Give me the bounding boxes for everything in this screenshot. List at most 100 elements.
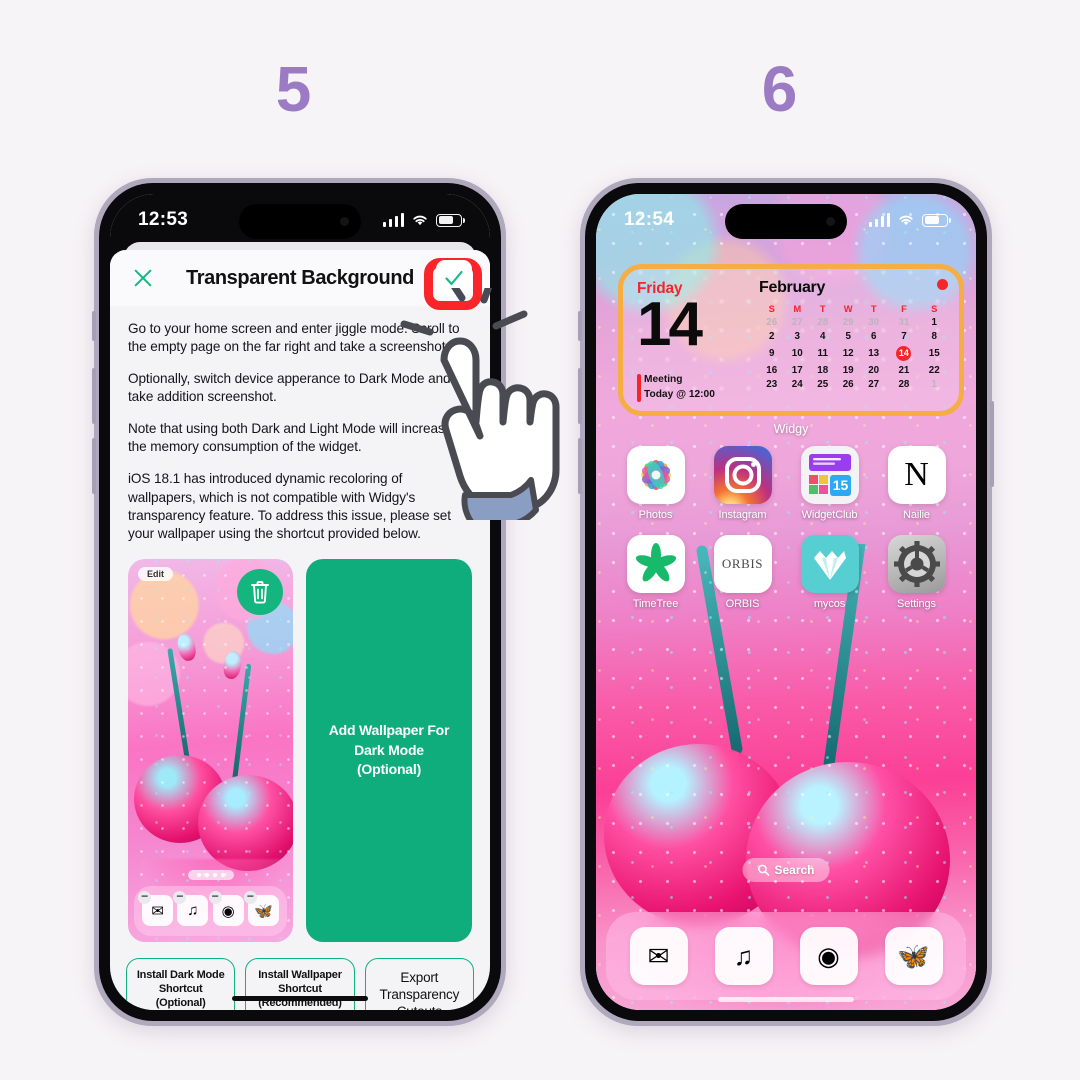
trash-icon[interactable] — [237, 564, 286, 615]
edit-badge[interactable]: Edit — [138, 566, 173, 581]
widget-month: February — [759, 279, 826, 296]
mail-icon[interactable]: ✉ — [629, 927, 688, 985]
app-label: WidgetClub — [801, 509, 858, 521]
add-wallpaper-line-3: (Optional) — [356, 760, 422, 777]
calendar-weekday-header: F — [901, 302, 907, 314]
calendar-day-cell: 4 — [819, 331, 826, 343]
app-orbis[interactable]: ORBIS ORBIS — [699, 535, 786, 610]
search-label: Search — [774, 863, 815, 877]
butterfly-icon[interactable]: 🦋 — [884, 927, 943, 985]
search-icon — [758, 864, 770, 876]
power-button[interactable] — [990, 401, 994, 487]
btn3-line3: Cutouts — [370, 1003, 469, 1010]
calendar-day-cell: 18 — [817, 364, 829, 376]
battery-icon — [922, 213, 952, 227]
calendar-day-cell: 9 — [769, 347, 775, 359]
butterfly-icon: − 🦋 — [243, 890, 279, 927]
calendar-day-cell: 19 — [842, 364, 854, 376]
status-time: 12:53 — [138, 209, 189, 230]
phone-mockup-step-5: 12:53 Transparent Background Go to your … — [92, 178, 508, 1026]
volume-up-button[interactable] — [92, 368, 96, 424]
glitter-overlay — [128, 558, 294, 942]
widget-event: Meeting Today @ 12:00 — [637, 373, 715, 403]
app-widgetclub[interactable]: 15 WidgetClub — [786, 446, 873, 521]
calendar-day-cell: 5 — [845, 331, 851, 343]
checkmark-icon — [445, 270, 463, 286]
calendar-day-cell: 14 — [886, 344, 921, 363]
phone-screen-step-6: 12:54 Friday 14 Meeting Today @ 12:00 Fe… — [596, 194, 976, 1010]
calendar-day-cell: 12 — [842, 347, 854, 359]
instagram-icon — [713, 446, 772, 504]
app-mycos[interactable]: mycos — [786, 535, 873, 610]
calendar-week-row: 26 27 28 29 30 31 1 — [759, 315, 947, 330]
install-dark-mode-shortcut-button[interactable]: Install Dark Mode Shortcut (Optional) — [126, 957, 236, 1010]
search-button[interactable]: Search — [742, 858, 830, 882]
wifi-icon — [897, 213, 915, 227]
battery-icon — [436, 213, 466, 227]
app-instagram[interactable]: Instagram — [699, 446, 786, 521]
power-button[interactable] — [504, 401, 508, 487]
calendar-week-row: 9 10 11 12 13 14 15 — [759, 344, 947, 363]
camera-icon[interactable]: ◉ — [799, 927, 858, 985]
step-number-5: 5 — [275, 53, 312, 125]
calendar-day-cell: 27 — [868, 379, 880, 391]
app-photos[interactable]: Photos — [612, 446, 699, 521]
calendar-day-cell: 25 — [817, 379, 829, 391]
phone-bezel: 12:53 Transparent Background Go to your … — [92, 183, 508, 1021]
volume-down-button[interactable] — [578, 438, 582, 494]
music-icon[interactable]: ♫ — [714, 927, 773, 985]
app-label: Settings — [897, 598, 936, 610]
phone-mockup-step-6: 12:54 Friday 14 Meeting Today @ 12:00 Fe… — [578, 178, 994, 1026]
silent-switch[interactable] — [578, 311, 582, 341]
calendar-day-cell: 26 — [842, 379, 854, 391]
calendar-body: 26 27 28 29 30 31 1 2 3 4 5 6 7 8 9 10 11 12 13 14 15 16 17 18 1… — [759, 315, 947, 392]
calendar-day-cell: 29 — [842, 316, 854, 328]
calendar-day-cell: 13 — [868, 347, 880, 359]
add-dark-mode-wallpaper-button[interactable]: Add Wallpaper For Dark Mode (Optional) — [306, 558, 472, 942]
calendar-widget[interactable]: Friday 14 Meeting Today @ 12:00 February — [618, 264, 964, 416]
volume-up-button[interactable] — [578, 368, 582, 424]
widgetclub-icon: 15 — [800, 446, 859, 504]
calendar-weekday-header: S — [931, 302, 938, 314]
volume-down-button[interactable] — [92, 438, 96, 494]
app-label: TimeTree — [632, 598, 679, 610]
mycos-icon — [800, 535, 859, 593]
app-label: mycos — [813, 598, 846, 610]
wallpaper-preview-row: Edit − ✉ − ♫ − ◉ − 🦋 Add Wallpaper For D… — [110, 558, 490, 942]
app-timetree[interactable]: TimeTree — [612, 535, 699, 610]
dynamic-island — [239, 204, 361, 239]
silent-switch[interactable] — [92, 311, 96, 341]
widget-app-label: Widgy — [773, 422, 809, 436]
photos-icon — [626, 446, 685, 504]
btn3-line2: Transparency — [379, 986, 460, 1002]
calendar-day-cell: 11 — [817, 347, 828, 359]
btn1-line2: Shortcut — [158, 982, 203, 995]
app-nailie[interactable]: N Nailie — [873, 446, 960, 521]
close-icon[interactable] — [128, 263, 158, 293]
confirm-button[interactable] — [436, 260, 472, 296]
nailie-icon: N — [887, 446, 946, 504]
calendar-day-cell: 6 — [870, 331, 877, 343]
app-label: Instagram — [718, 509, 767, 521]
orbis-icon: ORBIS — [713, 535, 772, 593]
app-label: ORBIS — [725, 598, 760, 610]
calendar-weekday-header: W — [843, 302, 853, 314]
light-mode-wallpaper-preview[interactable]: Edit − ✉ − ♫ − ◉ − 🦋 — [128, 558, 294, 942]
export-transparency-cutouts-button[interactable]: Export Transparency Cutouts — [364, 957, 474, 1010]
widget-right-panel: February SMTWTFS 26 27 28 29 30 31 1 2 3 4 5 6 7 8 9 10… — [755, 269, 959, 411]
wifi-icon — [411, 213, 429, 227]
calendar-day-cell: 1 — [931, 379, 937, 391]
signal-bars-icon — [868, 213, 890, 227]
calendar-day-cell: 28 — [817, 316, 829, 328]
install-wallpaper-shortcut-button[interactable]: Install Wallpaper Shortcut (Recommended) — [245, 957, 355, 1010]
phone-bezel: 12:54 Friday 14 Meeting Today @ 12:00 Fe… — [578, 183, 994, 1021]
calendar-day-cell: 21 — [898, 364, 910, 376]
timetree-icon — [626, 535, 685, 593]
tutorial-canvas: 5 6 12:53 Transparent Background Go to y… — [0, 0, 1080, 1080]
calendar-day-cell: 27 — [791, 316, 803, 328]
widget-day-number: 14 — [637, 290, 703, 359]
app-settings[interactable]: Settings — [873, 535, 960, 610]
event-title: Meeting — [644, 374, 683, 386]
instruction-paragraph-3: Note that using both Dark and Light Mode… — [128, 421, 453, 455]
event-indicator-dot — [937, 279, 948, 290]
